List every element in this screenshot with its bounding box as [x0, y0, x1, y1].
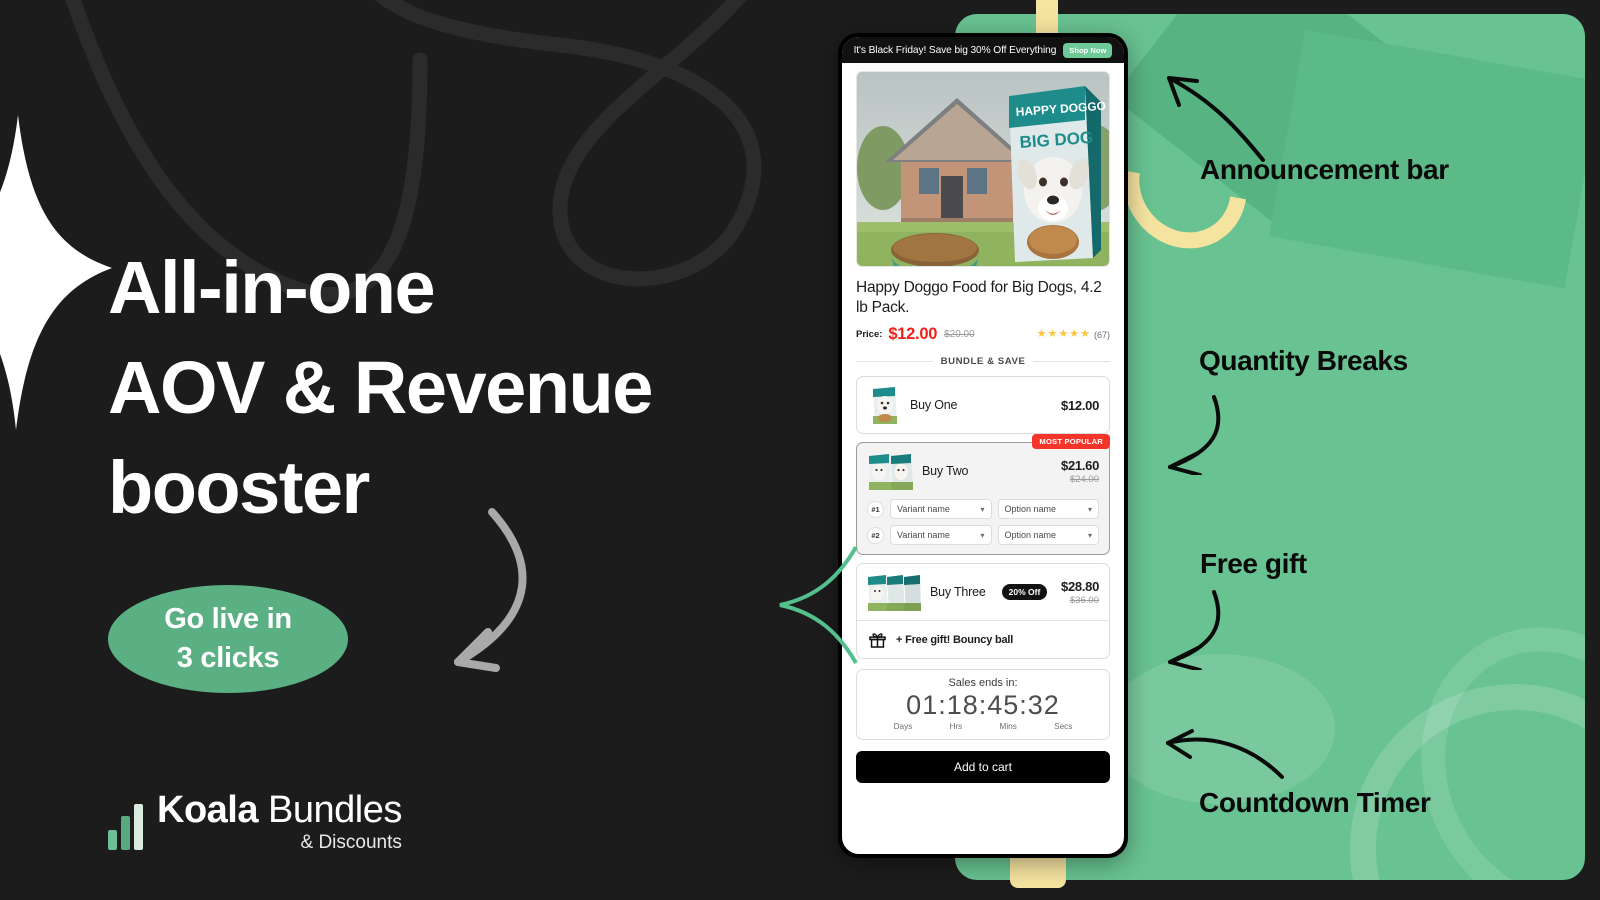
logo-brand-light: Bundles [268, 789, 402, 831]
gift-icon [869, 633, 886, 648]
countdown-timer: Sales ends in: 01:18:45:32 Days Hrs Mins… [856, 669, 1110, 740]
option-name-dropdown[interactable]: Option name ▾ [997, 525, 1099, 545]
product-title: Happy Doggo Food for Big Dogs, 4.2 lb Pa… [856, 279, 1102, 316]
countdown-title: Sales ends in: [948, 677, 1018, 689]
phone-screen: It's Black Friday! Save big 30% Off Ever… [842, 37, 1124, 854]
bundle-thumbnail-icon [867, 572, 921, 612]
variant-row-2: #2 Variant name ▾ Option name ▾ [867, 525, 1099, 545]
bundle-price: $28.80 [1061, 578, 1099, 594]
go-live-badge: Go live in 3 clicks [108, 585, 348, 693]
chevron-down-icon: ▾ [980, 504, 985, 514]
decor-blob [1105, 654, 1335, 804]
page-title: All-in-one AOV & Revenue booster [108, 238, 828, 538]
pill-line-1: Go live in [164, 603, 292, 635]
bundle-option-buy-three[interactable]: Buy Three 20% Off $28.80 $36.00 + Free g… [856, 563, 1110, 659]
product-price-row: Price: $12.00 $20.00 ★ ★ ★ ★ ★ (67) [856, 325, 1110, 344]
product-rating[interactable]: ★ ★ ★ ★ ★ (67) [1037, 329, 1110, 340]
announcement-text: It's Black Friday! Save big 30% Off Ever… [853, 44, 1057, 56]
announcement-bar: It's Black Friday! Save big 30% Off Ever… [842, 37, 1124, 63]
product-price: $12.00 [888, 325, 938, 343]
headline-line-2: AOV & Revenue [108, 346, 653, 429]
free-gift-text: + Free gift! Bouncy ball [896, 633, 1014, 646]
annotation-label-countdown-timer: Countdown Timer [1199, 787, 1431, 818]
brand-logo: Koala Bundles & Discounts [108, 790, 402, 854]
variant-name-value: Variant name [897, 530, 950, 540]
free-gift-row: + Free gift! Bouncy ball [857, 620, 1109, 658]
annotation-label-announcement-bar: Announcement bar [1200, 154, 1449, 185]
annotation-label-quantity-breaks: Quantity Breaks [1199, 345, 1408, 376]
bundle-price: $12.00 [1061, 397, 1099, 413]
bundle-compare-at-price: $24.00 [1069, 473, 1099, 485]
rating-count: (67) [1093, 329, 1110, 340]
bundle-name: Buy Three [930, 585, 986, 599]
countdown-label-mins: Mins [999, 722, 1017, 731]
chevron-down-icon: ▾ [980, 530, 985, 540]
bundle-option-buy-one[interactable]: Buy One $12.00 [856, 376, 1110, 434]
chevron-down-icon: ▾ [1087, 504, 1092, 514]
headline-line-1: All-in-one [108, 246, 436, 329]
discount-badge: 20% Off [1001, 584, 1048, 600]
bundle-name: Buy One [910, 398, 958, 412]
shop-now-button[interactable]: Shop Now [1063, 42, 1113, 58]
bundle-list: Buy One $12.00 MOST POPULAR Buy Two $21.… [856, 376, 1110, 659]
star-icon: ★ [1036, 328, 1047, 340]
star-icon: ★ [1058, 328, 1069, 340]
promotional-banner: All-in-one AOV & Revenue booster Go live… [0, 0, 1600, 900]
bundle-option-buy-two[interactable]: MOST POPULAR Buy Two $21.60 $24.00 #1 Va… [856, 434, 1110, 555]
bundle-thumbnail-icon [867, 451, 913, 491]
star-icon: ★ [1080, 328, 1090, 340]
headline-line-3: booster [108, 446, 370, 529]
variant-selectors: #1 Variant name ▾ Option name ▾ #2 Varia… [857, 499, 1109, 554]
pill-line-2: 3 clicks [176, 642, 280, 674]
countdown-labels: Days Hrs Mins Secs [867, 722, 1099, 731]
price-label: Price: [856, 329, 883, 340]
star-icon: ★ [1047, 328, 1058, 340]
countdown-time: 01:18:45:32 [906, 690, 1060, 720]
variant-name-dropdown[interactable]: Variant name ▾ [890, 499, 992, 519]
bundle-name: Buy Two [922, 464, 969, 478]
countdown-label-hrs: Hrs [949, 722, 963, 731]
countdown-label-secs: Secs [1054, 722, 1073, 731]
most-popular-ribbon: MOST POPULAR [1032, 434, 1110, 449]
variant-name-dropdown[interactable]: Variant name ▾ [890, 525, 992, 545]
countdown-label-days: Days [893, 722, 913, 731]
phone-mockup: It's Black Friday! Save big 30% Off Ever… [838, 33, 1128, 858]
product-compare-at-price: $20.00 [944, 329, 975, 340]
chevron-down-icon: ▾ [1087, 530, 1092, 540]
product-image[interactable]: HAPPY DOGGO BIG DOG [856, 71, 1110, 267]
variant-index: #1 [867, 500, 884, 518]
annotation-label-free-gift: Free gift [1200, 548, 1307, 579]
bundle-compare-at-price: $36.00 [1069, 594, 1099, 606]
variant-name-value: Variant name [897, 504, 950, 514]
variant-row-1: #1 Variant name ▾ Option name ▾ [867, 499, 1099, 519]
add-to-cart-button[interactable]: Add to cart [856, 751, 1110, 783]
bundle-price: $21.60 [1061, 457, 1099, 473]
logo-brand-bold: Koala [157, 789, 258, 831]
sparkle-icon [0, 115, 112, 430]
bundle-thumbnail-icon [867, 385, 901, 425]
option-name-dropdown[interactable]: Option name ▾ [997, 499, 1099, 519]
option-name-value: Option name [1004, 504, 1057, 514]
bundle-section-label: BUNDLE & SAVE [856, 356, 1110, 367]
variant-index: #2 [867, 526, 884, 544]
option-name-value: Option name [1004, 530, 1057, 540]
logo-bars-icon [108, 804, 143, 850]
logo-subtitle: & Discounts [300, 832, 402, 853]
star-icon: ★ [1069, 328, 1080, 340]
